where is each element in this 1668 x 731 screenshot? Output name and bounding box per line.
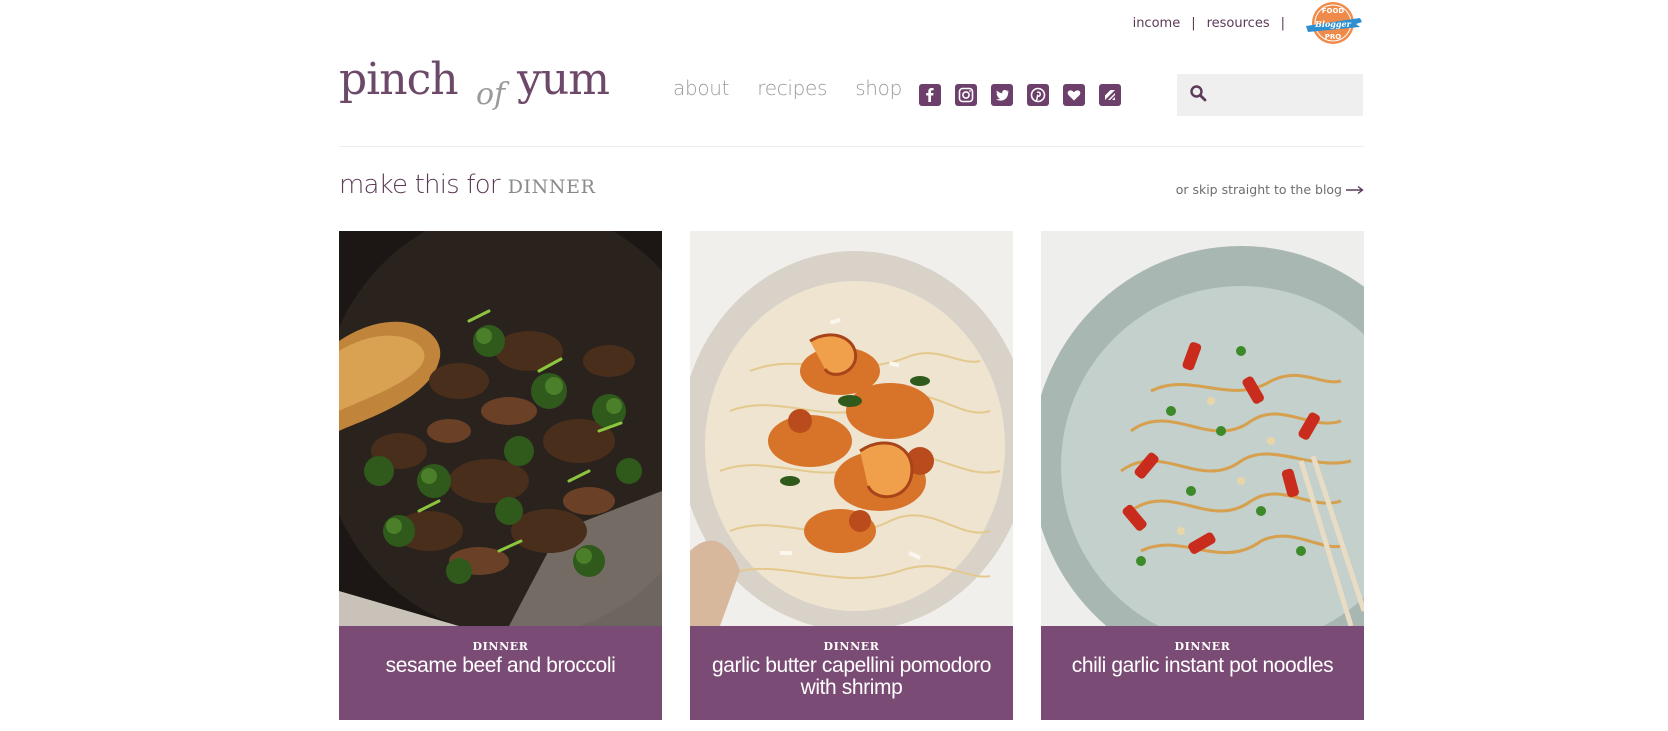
social-icons <box>919 84 1121 106</box>
recipe-photo-chili-garlic-noodles[interactable] <box>1041 231 1364 626</box>
recipe-card[interactable]: DINNER sesame beef and broccoli <box>339 231 662 720</box>
main-nav: about recipes shop <box>673 76 902 100</box>
site-logo[interactable]: pinch of yum <box>339 54 629 128</box>
pinterest-icon[interactable] <box>1027 84 1049 106</box>
skip-to-blog-label: or skip straight to the blog <box>1175 182 1342 197</box>
recipe-photo-capellini-shrimp[interactable] <box>690 231 1013 626</box>
recipe-caption[interactable]: DINNER garlic butter capellini pomodoro … <box>690 626 1013 720</box>
nav-item-shop[interactable]: shop <box>855 76 902 100</box>
badge-text-food: FOOD <box>1322 7 1345 15</box>
arrow-right-icon <box>1346 185 1364 194</box>
instagram-icon[interactable] <box>955 84 977 106</box>
recipe-title[interactable]: chili garlic instant pot noodles <box>1055 655 1350 677</box>
utility-separator: | <box>1191 15 1196 31</box>
recipe-caption[interactable]: DINNER chili garlic instant pot noodles <box>1041 626 1364 720</box>
nav-item-recipes[interactable]: recipes <box>757 76 827 100</box>
recipe-card[interactable]: DINNER garlic butter capellini pomodoro … <box>690 231 1013 720</box>
search-box <box>1177 74 1363 116</box>
badge-text-blogger: Blogger <box>1314 19 1351 29</box>
recipe-caption[interactable]: DINNER sesame beef and broccoli <box>339 626 662 720</box>
logo-text-of: of <box>476 77 510 112</box>
logo-text-pinch: pinch <box>339 54 458 105</box>
facebook-icon[interactable] <box>919 84 941 106</box>
recipe-card[interactable]: DINNER chili garlic instant pot noodles <box>1041 231 1364 720</box>
search-icon[interactable] <box>1189 84 1207 107</box>
bloglovin-icon[interactable] <box>1063 84 1085 106</box>
section-heading-lead: make this for <box>339 170 501 200</box>
page-container: income | resources | FOOD Blogger PRO pi… <box>339 0 1364 731</box>
skip-to-blog-link[interactable]: or skip straight to the blog <box>1176 182 1364 197</box>
recipe-title[interactable]: sesame beef and broccoli <box>353 655 648 677</box>
recipe-category-label: DINNER <box>1174 640 1231 653</box>
feedly-icon[interactable] <box>1099 84 1121 106</box>
badge-text-pro: PRO <box>1325 33 1342 41</box>
section-heading-category[interactable]: DINNER <box>508 176 596 198</box>
utility-link-resources[interactable]: resources <box>1207 16 1270 31</box>
food-blogger-pro-badge[interactable]: FOOD Blogger PRO <box>1302 0 1364 46</box>
search-input[interactable] <box>1215 80 1355 110</box>
nav-item-about[interactable]: about <box>673 76 730 100</box>
recipe-title[interactable]: garlic butter capellini pomodoro with sh… <box>704 655 999 699</box>
recipe-cards: DINNER sesame beef and broccoli DINNER g… <box>339 231 1364 720</box>
recipe-category-label: DINNER <box>823 640 880 653</box>
header-divider <box>339 146 1364 147</box>
utility-separator: | <box>1280 15 1285 31</box>
utility-link-income[interactable]: income <box>1133 16 1181 31</box>
utility-bar: income | resources | FOOD Blogger PRO <box>1133 0 1364 46</box>
twitter-icon[interactable] <box>991 84 1013 106</box>
logo-text-yum: yum <box>516 54 609 105</box>
section-heading: make this for DINNER <box>339 170 595 200</box>
recipe-photo-beef-broccoli[interactable] <box>339 231 662 626</box>
recipe-category-label: DINNER <box>472 640 529 653</box>
